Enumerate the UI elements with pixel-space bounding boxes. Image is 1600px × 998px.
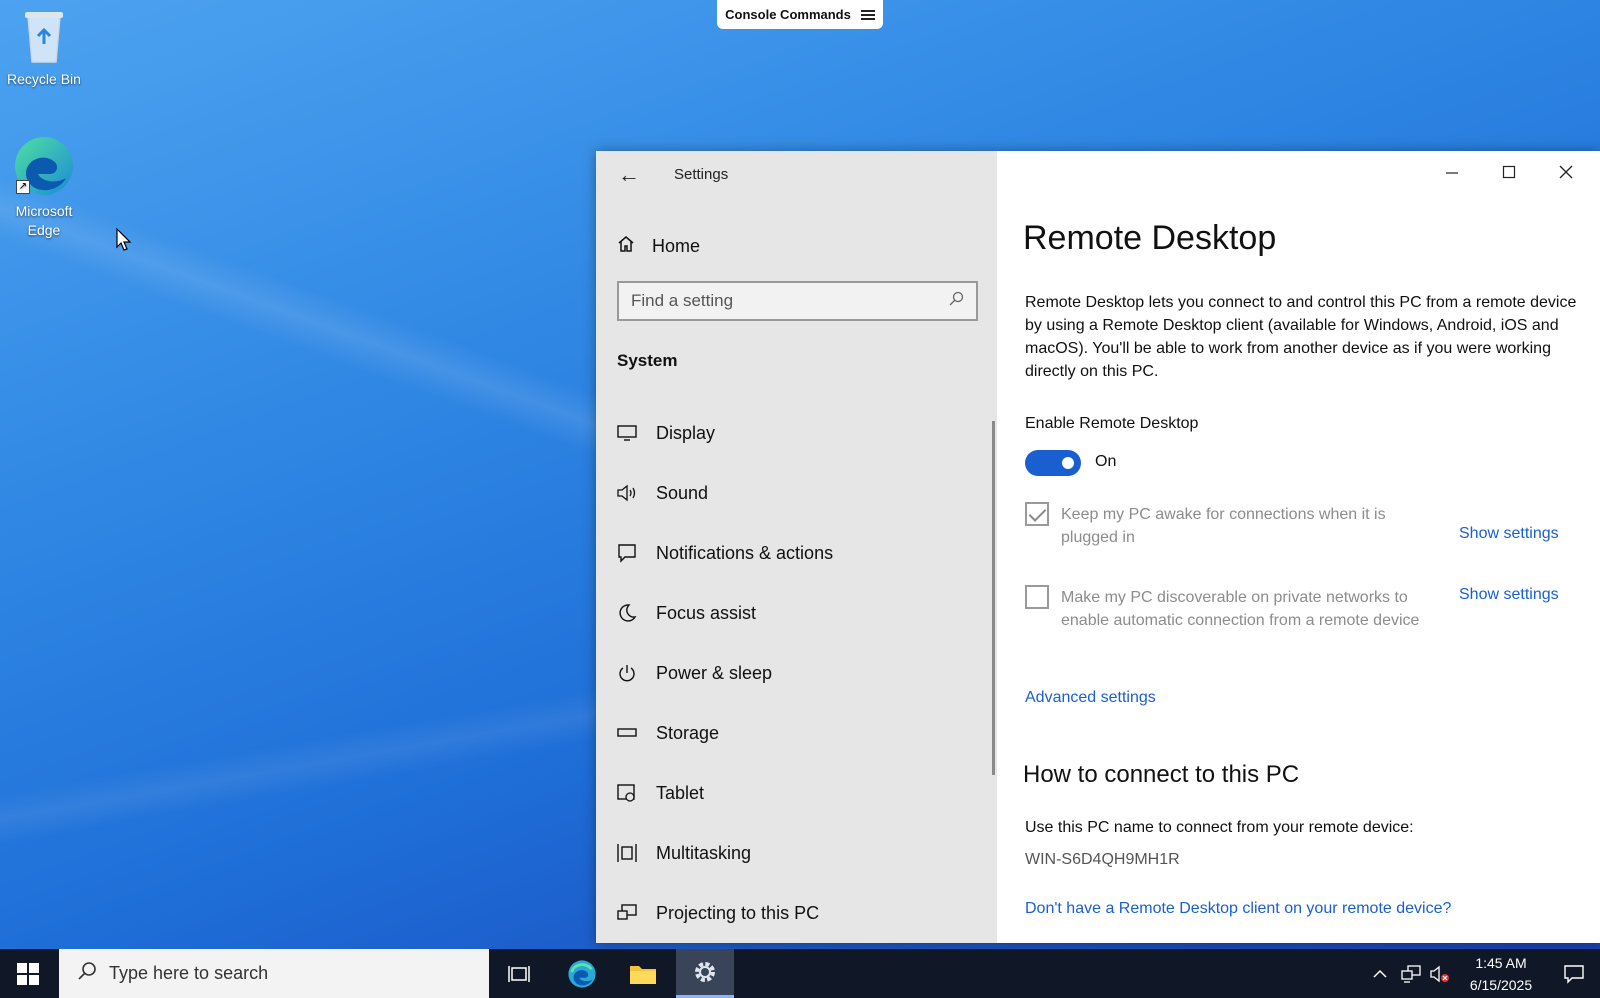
discoverable-show-settings-link[interactable]: Show settings [1459, 586, 1559, 604]
nav-item-label: Focus assist [656, 602, 757, 623]
back-arrow-icon[interactable]: ← [618, 163, 642, 187]
nav-item-tablet[interactable]: Tablet [616, 777, 704, 809]
find-setting-placeholder: Find a setting [631, 291, 734, 310]
tablet-icon [616, 782, 638, 804]
desktop-icon-recycle-bin[interactable]: Recycle Bin [0, 6, 89, 89]
network-icon [1401, 964, 1421, 983]
task-view-button[interactable] [490, 949, 548, 998]
keep-awake-show-settings-link[interactable]: Show settings [1459, 525, 1559, 543]
keep-awake-label: Keep my PC awake for connections when it… [1061, 506, 1386, 546]
recycle-bin-label: Recycle Bin [7, 71, 81, 87]
nav-item-label: Notifications & actions [656, 542, 834, 563]
maximize-button[interactable] [1484, 157, 1534, 187]
menu-icon [860, 9, 875, 20]
nav-item-label: Tablet [656, 782, 705, 803]
power-icon [616, 662, 638, 684]
folder-icon [630, 965, 656, 984]
page-title: Remote Desktop [1023, 219, 1277, 257]
pc-name-value: WIN-S6D4QH9MH1R [1025, 851, 1180, 868]
close-button[interactable] [1541, 157, 1591, 187]
moon-icon [616, 602, 638, 624]
search-icon [77, 961, 97, 986]
nav-item-sound[interactable]: Sound [616, 477, 708, 509]
taskbar: Type here to search 1:45 AM 6/15/2025 [0, 949, 1600, 998]
volume-tray-button[interactable] [1428, 949, 1452, 998]
advanced-settings-link[interactable]: Advanced settings [1025, 689, 1156, 707]
nav-item-power-sleep[interactable]: Power & sleep [616, 657, 772, 689]
clock-date: 6/15/2025 [1469, 977, 1533, 993]
nav-item-focus-assist[interactable]: Focus assist [616, 597, 756, 629]
shortcut-arrow-icon: ↗ [16, 180, 30, 194]
edge-label-line1: Microsoft [15, 203, 73, 219]
search-icon [948, 291, 964, 312]
use-pc-name-text: Use this PC name to connect from your re… [1025, 819, 1414, 836]
volume-muted-icon [1430, 965, 1449, 982]
action-center-button[interactable] [1550, 949, 1598, 998]
enable-remote-desktop-label: Enable Remote Desktop [1025, 415, 1199, 432]
minimize-icon [1446, 172, 1458, 174]
nav-home[interactable]: Home [616, 231, 700, 261]
tray-overflow-button[interactable] [1368, 949, 1392, 998]
discoverable-checkbox[interactable] [1025, 585, 1049, 609]
maximize-icon [1502, 165, 1516, 179]
no-client-link[interactable]: Don't have a Remote Desktop client on yo… [1025, 900, 1451, 918]
start-button[interactable] [0, 949, 56, 998]
windows-logo-icon [17, 962, 39, 985]
window-title: Settings [674, 166, 729, 183]
desktop-icon-edge[interactable]: ↗ Microsoft Edge [0, 134, 89, 240]
taskbar-settings-button[interactable] [676, 949, 734, 998]
console-commands-label: Console Commands [725, 7, 851, 22]
edge-icon: ↗ [12, 134, 76, 198]
keep-awake-checkbox[interactable] [1025, 502, 1049, 526]
taskbar-search-box[interactable]: Type here to search [59, 949, 489, 998]
nav-item-display[interactable]: Display [616, 417, 715, 449]
enable-remote-desktop-toggle[interactable] [1025, 450, 1081, 476]
edge-icon [568, 959, 596, 988]
taskbar-search-placeholder: Type here to search [109, 963, 269, 983]
nav-section-title: System [617, 351, 678, 370]
notifications-icon [1564, 964, 1584, 984]
gear-icon [695, 962, 715, 982]
multitasking-icon [616, 842, 638, 864]
taskbar-file-explorer-button[interactable] [614, 949, 672, 998]
task-view-icon [508, 965, 530, 982]
settings-window: ← Settings Home Find a setting System Di… [596, 151, 1600, 943]
mouse-cursor-icon [116, 227, 132, 257]
nav-scrollbar[interactable] [992, 421, 995, 775]
nav-item-label: Projecting to this PC [656, 902, 820, 923]
nav-item-label: Sound [656, 482, 709, 503]
settings-nav-pane: ← Settings Home Find a setting System Di… [596, 151, 997, 943]
nav-home-label: Home [652, 235, 701, 256]
find-setting-input[interactable]: Find a setting [617, 281, 978, 321]
close-icon [1559, 165, 1573, 179]
clock-time: 1:45 AM [1475, 955, 1527, 971]
home-icon [616, 234, 636, 259]
projecting-icon [616, 902, 638, 924]
how-to-connect-heading: How to connect to this PC [1023, 761, 1300, 788]
notifications-icon [616, 542, 638, 564]
console-commands-button[interactable]: Console Commands [717, 0, 883, 29]
discoverable-label: Make my PC discoverable on private netwo… [1061, 589, 1420, 629]
nav-item-notifications[interactable]: Notifications & actions [616, 537, 833, 569]
edge-label-line2: Edge [27, 222, 61, 238]
settings-content-pane: Remote Desktop Remote Desktop lets you c… [997, 151, 1600, 943]
nav-item-label: Power & sleep [656, 662, 773, 683]
nav-item-projecting[interactable]: Projecting to this PC [616, 897, 819, 929]
network-tray-button[interactable] [1398, 949, 1424, 998]
nav-item-storage[interactable]: Storage [616, 717, 719, 749]
recycle-bin-icon [18, 6, 70, 66]
toggle-state-label: On [1095, 453, 1117, 470]
taskbar-clock[interactable]: 1:45 AM 6/15/2025 [1456, 952, 1546, 996]
sound-icon [616, 482, 638, 504]
minimize-button[interactable] [1427, 157, 1477, 187]
nav-item-multitasking[interactable]: Multitasking [616, 837, 751, 869]
chevron-up-icon [1373, 969, 1387, 978]
display-icon [616, 422, 638, 444]
storage-icon [616, 722, 638, 744]
nav-item-label: Storage [656, 722, 720, 743]
nav-item-label: Multitasking [656, 842, 752, 863]
nav-item-label: Display [656, 422, 716, 443]
taskbar-edge-button[interactable] [553, 949, 611, 998]
remote-desktop-description: Remote Desktop lets you connect to and c… [1025, 294, 1577, 380]
